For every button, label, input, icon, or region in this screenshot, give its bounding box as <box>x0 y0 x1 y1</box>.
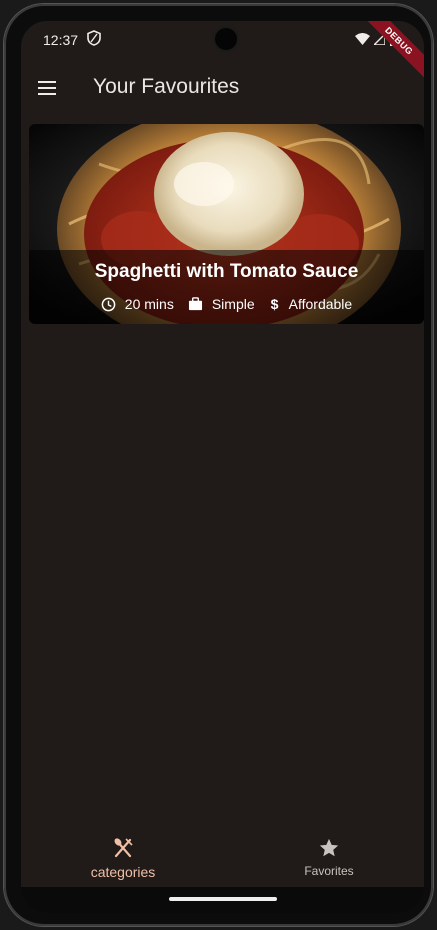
affordability-label: Affordable <box>288 296 353 312</box>
meal-meta: 20 mins Simple $ Affordable <box>29 296 424 312</box>
svg-text:$: $ <box>270 297 278 312</box>
nav-item-categories[interactable]: categories <box>53 837 193 880</box>
meal-title: Spaghetti with Tomato Sauce <box>94 261 359 282</box>
briefcase-icon <box>188 297 202 311</box>
star-icon <box>319 838 339 857</box>
app-bar: Your Favourites <box>21 61 424 117</box>
shield-icon <box>87 30 101 46</box>
bottom-navigation: categories Favorites <box>21 829 424 887</box>
status-time: 12:37 <box>43 32 79 48</box>
dollar-icon: $ <box>270 297 278 312</box>
hamburger-menu-icon[interactable] <box>35 77 59 101</box>
meal-card-overlay: Spaghetti with Tomato Sauce 20 mins Simp… <box>29 250 424 324</box>
nav-label-favorites: Favorites <box>304 864 354 878</box>
front-camera <box>215 28 237 50</box>
home-indicator[interactable] <box>169 897 277 901</box>
app-screen: 12:37 DEBUG Your Favourites Spaghetti wi… <box>21 21 424 913</box>
fork-knife-icon <box>114 838 133 858</box>
meta-complexity: Simple <box>188 296 255 312</box>
phone-frame: 12:37 DEBUG Your Favourites Spaghetti wi… <box>4 4 433 926</box>
duration-label: 20 mins <box>124 296 174 312</box>
gesture-area <box>21 887 424 913</box>
nav-item-favorites[interactable]: Favorites <box>259 837 399 878</box>
complexity-label: Simple <box>211 296 255 312</box>
page-title: Your Favourites <box>93 75 240 98</box>
clock-icon <box>101 297 116 311</box>
status-bar: 12:37 DEBUG <box>21 21 424 86</box>
meta-affordability: $ Affordable <box>269 296 353 312</box>
meta-duration: 20 mins <box>101 296 174 312</box>
wifi-icon <box>355 33 370 45</box>
nav-label-categories: categories <box>90 864 156 880</box>
meal-card[interactable]: Spaghetti with Tomato Sauce 20 mins Simp… <box>29 124 424 324</box>
